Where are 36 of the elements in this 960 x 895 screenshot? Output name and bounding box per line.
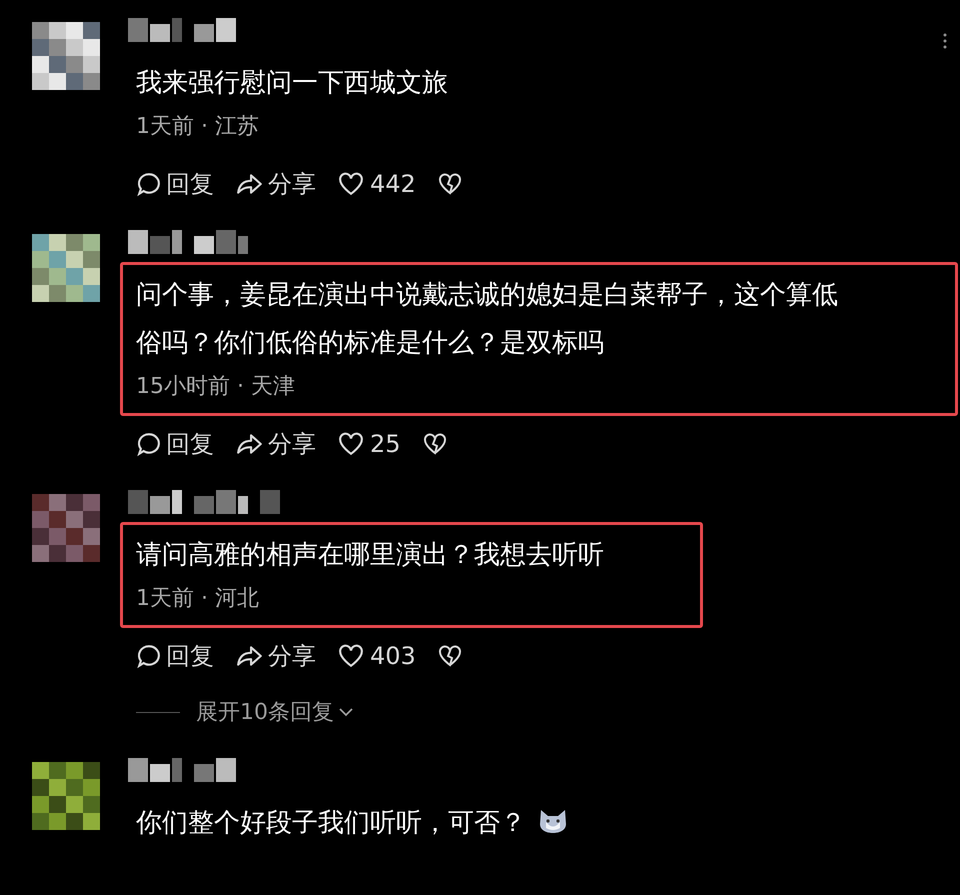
like-button[interactable]: 442: [338, 166, 416, 202]
share-button[interactable]: 分享: [236, 638, 316, 674]
dislike-button[interactable]: [438, 645, 462, 667]
broken-heart-icon: [422, 433, 447, 455]
cat-face-icon: [538, 808, 568, 834]
reply-button[interactable]: 回复: [136, 166, 214, 202]
comment-text: 请问高雅的相声在哪里演出？我想去听听: [136, 539, 604, 572]
like-button[interactable]: 25: [338, 426, 401, 462]
chevron-down-icon: [338, 707, 354, 717]
blurred-avatar: [32, 22, 100, 90]
more-icon[interactable]: [942, 32, 948, 50]
broken-heart-icon: [438, 173, 462, 195]
expand-replies-link[interactable]: 展开10条回复: [196, 696, 354, 728]
comment-meta: 15小时前 · 天津: [136, 373, 296, 401]
like-button[interactable]: 403: [338, 638, 416, 674]
heart-icon: [338, 432, 364, 456]
comment-icon: [136, 643, 162, 669]
comment-icon: [136, 431, 162, 457]
dislike-button[interactable]: [422, 433, 447, 455]
comment-text: 问个事，姜昆在演出中说戴志诚的媳妇是白菜帮子，这个算低俗吗？你们低俗的标准是什么？是双标吗: [136, 279, 839, 360]
comment-text: 我来强行慰问一下西城文旅: [136, 67, 448, 100]
share-button[interactable]: 分享: [236, 426, 316, 462]
broken-heart-icon: [438, 645, 462, 667]
comment-text: 你们整个好段子我们听听，可否？: [136, 799, 568, 847]
comment-meta: 1天前 · 河北: [136, 585, 260, 613]
blurred-avatar: [32, 494, 100, 562]
reply-button[interactable]: 回复: [136, 638, 214, 674]
heart-icon: [338, 644, 364, 668]
reply-button[interactable]: 回复: [136, 426, 214, 462]
share-button[interactable]: 分享: [236, 166, 316, 202]
dislike-button[interactable]: [438, 173, 462, 195]
blurred-avatar: [32, 234, 100, 302]
comment-meta: 1天前 · 江苏: [136, 113, 260, 141]
comment-icon: [136, 171, 162, 197]
heart-icon: [338, 172, 364, 196]
blurred-avatar: [32, 762, 100, 830]
